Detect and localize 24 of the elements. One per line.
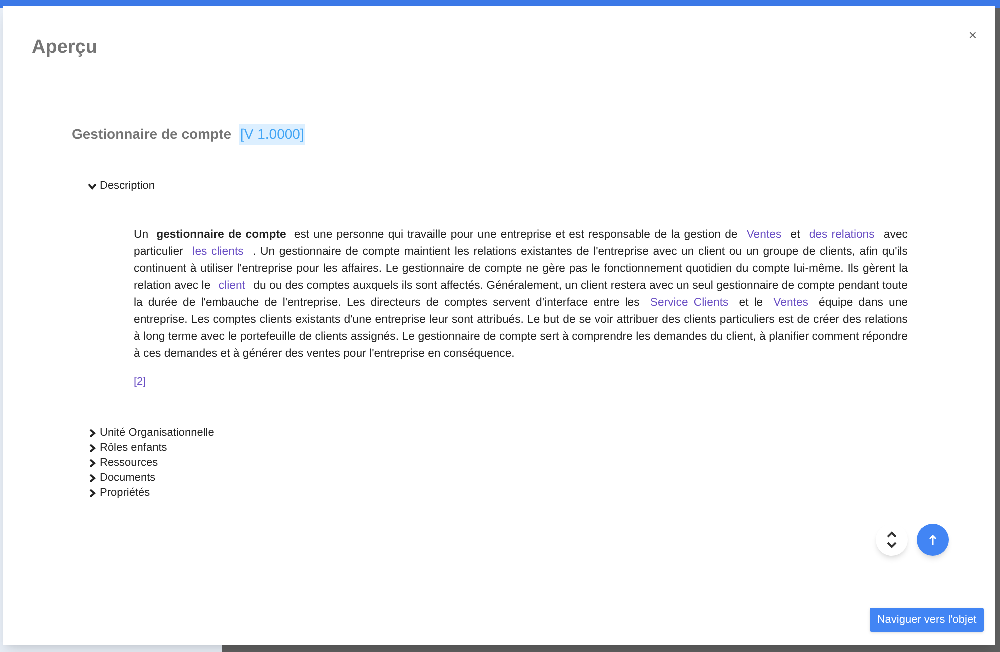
- arrow-up-icon: [929, 535, 937, 545]
- section-toggle[interactable]: Propriétés: [88, 486, 150, 501]
- version-tag: [V 1.0000]: [239, 124, 306, 145]
- description-paragraph: Un gestionnaire de compte est une personne qui travaille pour une entreprise et est responsable de la gestion de Ventes et des relations avec particulier les clients . Un gestionnaire de compte maintient les relations existantes de l'entreprise avec un client ou un groupe de clients, afin qu'ils continuent à utiliser l'entreprise pour les affaires. Le gestionnaire de compte ne gère pas le fonctionnement quotidien du compte lui-même. Ils gèrent la relation avec le client du ou des comptes auxquels ils sont affectés. Généralement, un client restera avec un seul gestionnaire de compte pendant toute la durée de l'embauche de l'entreprise. Les directeurs de comptes servent d'interface entre les Service Clients et le Ventes équipe dans une entreprise. Les comptes clients existants d'une entreprise leur sont attribués. Le but de se voir attribuer des clients particuliers est de créer des relations à long terme avec le portefeuille de clients assignés. Le gestionnaire de compte sert à comprendre les demandes du client, à planifier comment répondre à ces demandes et à générer des ventes pour l'entreprise en conséquence.: [134, 228, 908, 362]
- text-link[interactable]: Service Clients: [645, 297, 734, 309]
- text-link[interactable]: Ventes: [742, 229, 787, 241]
- navigate-button[interactable]: Naviguer vers l'objet: [870, 608, 984, 632]
- scroll-top-button[interactable]: [917, 524, 949, 556]
- section-toggle[interactable]: Unité Organisationnelle: [88, 426, 214, 441]
- section-toggle[interactable]: Documents: [88, 471, 156, 486]
- section-toggle[interactable]: Rôles enfants: [88, 441, 168, 456]
- text-link[interactable]: les clients: [188, 246, 249, 258]
- close-button[interactable]: ×: [968, 28, 977, 42]
- chevron-down-icon: [88, 182, 97, 191]
- text-link[interactable]: Ventes: [768, 297, 814, 309]
- reference-link[interactable]: [2]: [134, 374, 146, 390]
- section-toggle[interactable]: Description: [88, 179, 156, 194]
- section-toggle[interactable]: Ressources: [88, 456, 158, 471]
- text-link[interactable]: client: [214, 280, 250, 292]
- object-name: Gestionnaire de compte: [72, 125, 232, 144]
- text-link[interactable]: des relations: [804, 229, 880, 241]
- up-down-chevron-icon: [886, 531, 898, 549]
- expand-collapse-button[interactable]: [876, 524, 908, 556]
- dialog-title: Aperçu: [32, 36, 98, 60]
